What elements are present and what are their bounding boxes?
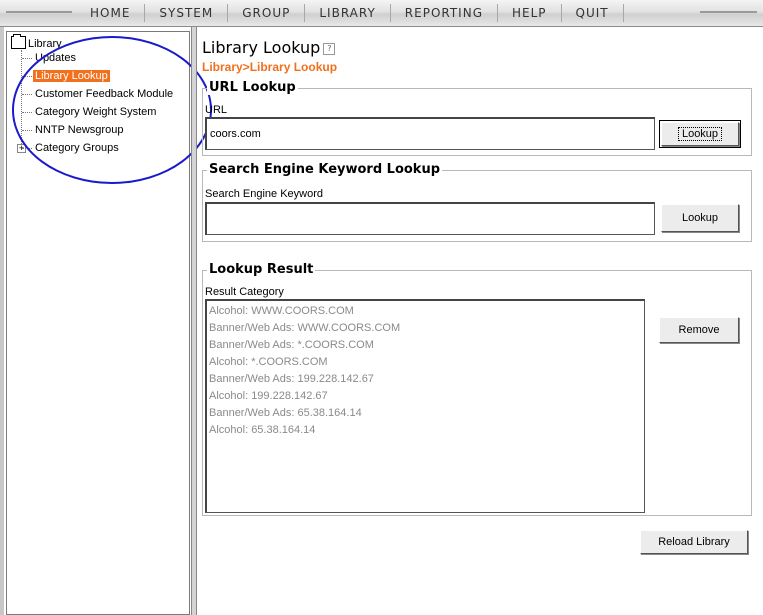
result-row[interactable]: Banner/Web Ads: 65.38.164.14 [209, 405, 642, 422]
tree-branch-line [22, 147, 32, 149]
keyword-lookup-legend: Search Engine Keyword Lookup [207, 162, 443, 177]
library-tree-panel: Library Updates Library Lookup Customer … [6, 31, 190, 615]
result-row[interactable]: Banner/Web Ads: *.COORS.COM [209, 337, 642, 354]
url-lookup-legend: URL Lookup [207, 80, 298, 95]
tree-branch-line [22, 75, 32, 77]
page-title: Library Lookup? [202, 38, 336, 57]
left-frame-edge [0, 27, 4, 615]
keyword-lookup-group: Search Engine Keyword Lookup Search Engi… [202, 162, 752, 242]
tree-item-updates[interactable]: Updates [22, 50, 78, 66]
result-row[interactable]: Alcohol: 65.38.164.14 [209, 422, 642, 439]
page-title-text: Library Lookup [202, 38, 321, 57]
menu-help[interactable]: HELP [497, 4, 561, 22]
folder-open-icon [11, 34, 26, 49]
url-input[interactable]: coors.com [205, 117, 655, 150]
tree-item-library-lookup[interactable]: Library Lookup [22, 68, 110, 84]
menu-library[interactable]: LIBRARY [304, 4, 389, 22]
tree-item-category-groups[interactable]: Category Groups [22, 140, 121, 156]
tree-branch-line [22, 111, 32, 113]
tree-item-label: NNTP Newsgroup [35, 124, 124, 136]
keyword-input[interactable] [205, 202, 655, 235]
keyword-lookup-button[interactable]: Lookup [661, 204, 739, 232]
url-field-label: URL [205, 104, 228, 116]
menu-home[interactable]: HOME [76, 4, 144, 22]
lookup-result-legend: Lookup Result [207, 262, 316, 277]
menu-quit[interactable]: QUIT [560, 4, 624, 22]
breadcrumb: Library>Library Lookup [202, 60, 338, 74]
tree-item-customer-feedback[interactable]: Customer Feedback Module [22, 86, 175, 102]
tree-item-label: Updates [35, 52, 76, 64]
lookup-result-group: Lookup Result Result Category Alcohol: W… [202, 262, 752, 516]
tree-branch-line [22, 129, 32, 131]
result-row[interactable]: Banner/Web Ads: 199.228.142.67 [209, 371, 642, 388]
menu-group[interactable]: GROUP [227, 4, 304, 22]
result-row[interactable]: Alcohol: *.COORS.COM [209, 354, 642, 371]
url-lookup-button[interactable]: Lookup [659, 120, 741, 148]
result-row[interactable]: Banner/Web Ads: WWW.COORS.COM [209, 320, 642, 337]
tree-item-label: Library Lookup [33, 70, 110, 82]
url-lookup-group: URL Lookup URL coors.com Lookup [202, 80, 752, 156]
tree-item-label: Customer Feedback Module [35, 88, 174, 100]
help-icon[interactable]: ? [323, 43, 336, 55]
top-menu-bar: HOME SYSTEM GROUP LIBRARY REPORTING HELP… [0, 0, 763, 27]
tree-branch-line [22, 93, 32, 95]
result-row[interactable]: Alcohol: WWW.COORS.COM [209, 303, 642, 320]
tree-item-category-weight[interactable]: Category Weight System [22, 104, 158, 120]
remove-button[interactable]: Remove [659, 317, 739, 343]
result-category-list[interactable]: Alcohol: WWW.COORS.COM Banner/Web Ads: W… [205, 299, 645, 513]
keyword-field-label: Search Engine Keyword [205, 188, 324, 200]
panel-splitter[interactable] [191, 27, 197, 615]
result-category-label: Result Category [205, 286, 284, 298]
menu-rail-left [6, 11, 72, 13]
menu-reporting[interactable]: REPORTING [389, 4, 497, 22]
tree-item-label: Category Groups [35, 142, 119, 154]
reload-library-button[interactable]: Reload Library [640, 530, 748, 554]
tree-root-label: Library [28, 38, 62, 50]
url-lookup-button-label: Lookup [677, 127, 723, 141]
menu-rail-right [700, 11, 757, 13]
menu-system[interactable]: SYSTEM [144, 4, 227, 22]
tree-item-label: Category Weight System [35, 106, 157, 118]
result-row[interactable]: Alcohol: 199.228.142.67 [209, 388, 642, 405]
tree-item-nntp-newsgroup[interactable]: NNTP Newsgroup [22, 122, 125, 138]
tree-branch-line [22, 57, 32, 59]
menu-items: HOME SYSTEM GROUP LIBRARY REPORTING HELP… [76, 4, 624, 22]
